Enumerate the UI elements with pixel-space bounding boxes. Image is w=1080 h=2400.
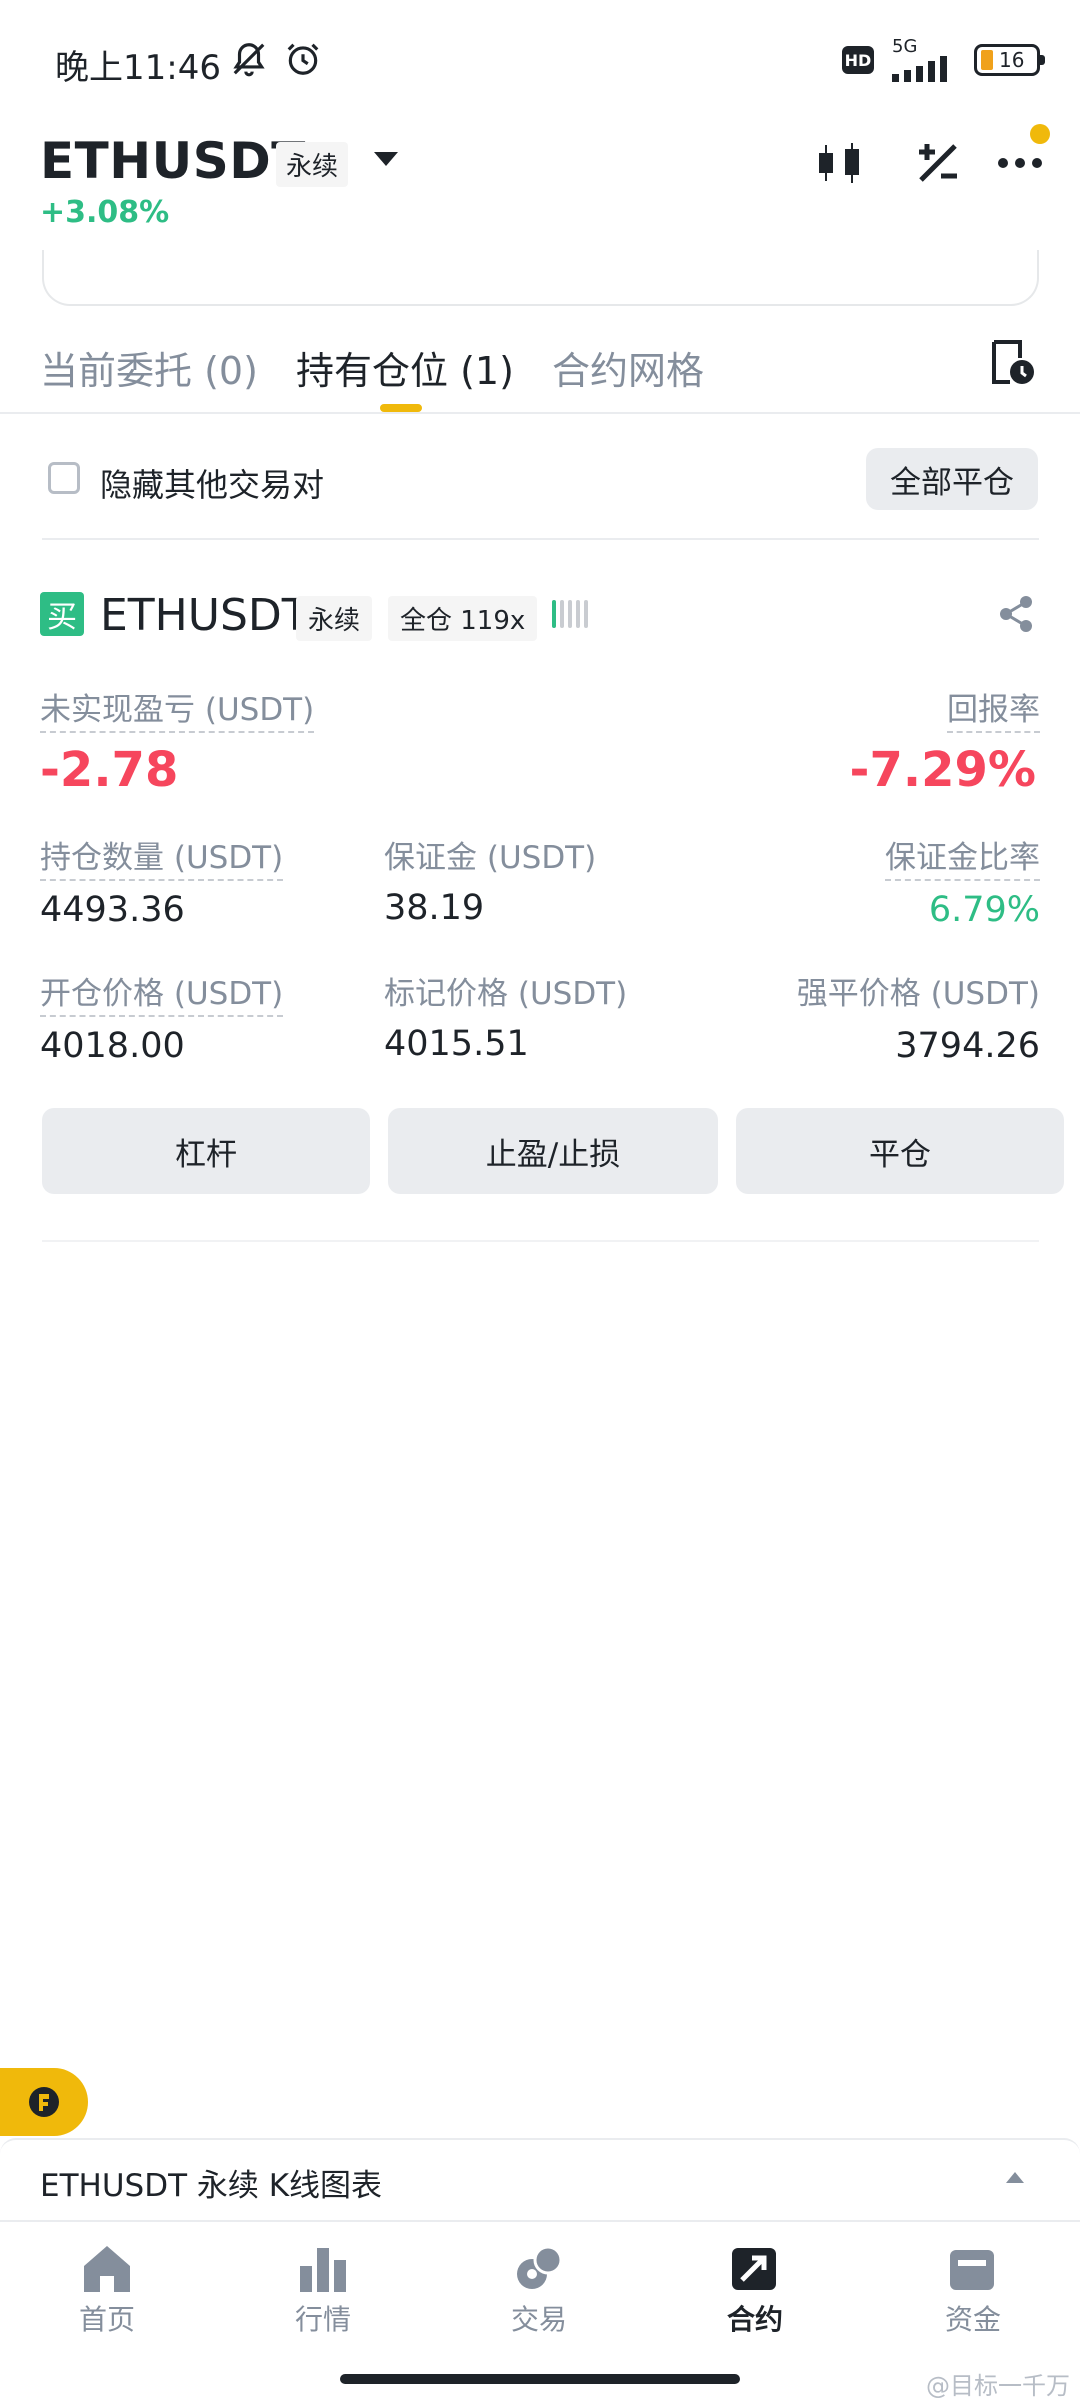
candlestick-chart-icon[interactable] <box>810 138 870 188</box>
roe-value: -7.29% <box>849 742 1036 798</box>
nav-home[interactable]: 首页 <box>32 2244 182 2338</box>
order-panel-edge <box>42 250 1039 306</box>
unrealized-pnl-value: -2.78 <box>40 742 179 798</box>
more-options-icon[interactable] <box>990 138 1050 188</box>
unrealized-pnl-label[interactable]: 未实现盈亏 (USDT) <box>40 684 315 733</box>
hide-other-pairs-label[interactable]: 隐藏其他交易对 <box>100 460 324 506</box>
nav-assets[interactable]: 资金 <box>898 2244 1048 2338</box>
trade-icon <box>517 2245 563 2289</box>
buy-side-badge: 买 <box>40 592 84 636</box>
position-contract-tag: 永续 <box>296 596 373 641</box>
kline-chart-label[interactable]: ETHUSDT 永续 K线图表 <box>40 2160 382 2205</box>
watermark: @目标一千万 <box>926 2372 1070 2400</box>
calculator-icon[interactable] <box>908 138 968 188</box>
contract-type-tag: 永续 <box>276 142 349 187</box>
margin-value: 38.19 <box>384 888 485 928</box>
signal-group: 5G <box>892 38 956 82</box>
mark-price-value: 4015.51 <box>384 1024 529 1064</box>
card-divider <box>42 1240 1039 1242</box>
margin-ratio-label[interactable]: 保证金比率 <box>885 832 1040 881</box>
nav-trade-label: 交易 <box>510 2303 567 2336</box>
battery-fill <box>981 50 993 70</box>
filter-divider <box>42 538 1039 540</box>
close-position-button[interactable]: 平仓 <box>736 1108 1064 1194</box>
tab-futures-grid[interactable]: 合约网格 <box>552 340 704 395</box>
share-icon[interactable] <box>996 594 1036 634</box>
mute-bell-icon <box>233 43 265 77</box>
tab-open-orders[interactable]: 当前委托 (0) <box>40 340 258 395</box>
hide-other-pairs-checkbox[interactable] <box>48 462 80 494</box>
adl-indicator <box>552 600 588 628</box>
status-left-icons <box>230 40 322 78</box>
nav-assets-label: 资金 <box>944 2303 1001 2336</box>
tp-sl-button[interactable]: 止盈/止损 <box>388 1108 718 1194</box>
floating-widget-icon <box>29 2087 59 2117</box>
futures-icon <box>732 2248 776 2290</box>
liquidation-price-value: 3794.26 <box>895 1026 1040 1066</box>
tabs-divider <box>0 412 1080 414</box>
nav-markets-label: 行情 <box>294 2303 351 2336</box>
home-indicator[interactable] <box>340 2374 740 2384</box>
expand-chevron-icon[interactable] <box>1006 2172 1024 2183</box>
hd-icon: HD <box>842 46 874 74</box>
status-right-icons: HD 5G 16 <box>842 38 1045 82</box>
wallet-icon <box>950 2250 994 2290</box>
nav-divider <box>0 2220 1080 2222</box>
symbol-dropdown-icon[interactable] <box>374 152 398 166</box>
nav-markets[interactable]: 行情 <box>248 2244 398 2338</box>
signal-icon <box>892 56 947 82</box>
margin-mode-leverage-tag: 全仓 119x <box>388 596 538 641</box>
close-all-button[interactable]: 全部平仓 <box>866 448 1038 510</box>
entry-price-value: 4018.00 <box>40 1026 185 1066</box>
price-change-percent: +3.08% <box>40 195 170 230</box>
order-history-icon[interactable] <box>986 338 1036 388</box>
mark-price-label: 标记价格 (USDT) <box>384 976 628 1012</box>
network-label: 5G <box>892 36 918 57</box>
margin-ratio-value: 6.79% <box>928 890 1040 930</box>
nav-futures[interactable]: 合约 <box>680 2244 830 2338</box>
battery-level: 16 <box>999 48 1025 72</box>
status-time: 晚上11:46 <box>55 48 221 88</box>
nav-futures-label: 合约 <box>726 2303 783 2336</box>
notification-dot <box>1030 124 1050 144</box>
tab-positions[interactable]: 持有仓位 (1) <box>296 340 514 395</box>
nav-home-label: 首页 <box>78 2303 135 2336</box>
symbol-title[interactable]: ETHUSDT <box>40 132 306 190</box>
nav-trade[interactable]: 交易 <box>464 2244 614 2338</box>
position-size-value: 4493.36 <box>40 890 185 930</box>
position-size-label[interactable]: 持仓数量 (USDT) <box>40 832 284 881</box>
leverage-button[interactable]: 杠杆 <box>42 1108 370 1194</box>
floating-widget-button[interactable] <box>0 2068 88 2136</box>
active-tab-indicator <box>380 404 422 412</box>
alarm-icon <box>287 43 319 75</box>
home-icon <box>84 2246 130 2292</box>
markets-icon <box>300 2248 346 2292</box>
roe-label[interactable]: 回报率 <box>947 684 1040 733</box>
liquidation-price-label: 强平价格 (USDT) <box>796 976 1040 1012</box>
battery-icon: 16 <box>974 44 1045 76</box>
position-symbol[interactable]: ETHUSDT <box>100 590 309 641</box>
margin-label: 保证金 (USDT) <box>384 840 597 876</box>
entry-price-label[interactable]: 开仓价格 (USDT) <box>40 968 284 1017</box>
